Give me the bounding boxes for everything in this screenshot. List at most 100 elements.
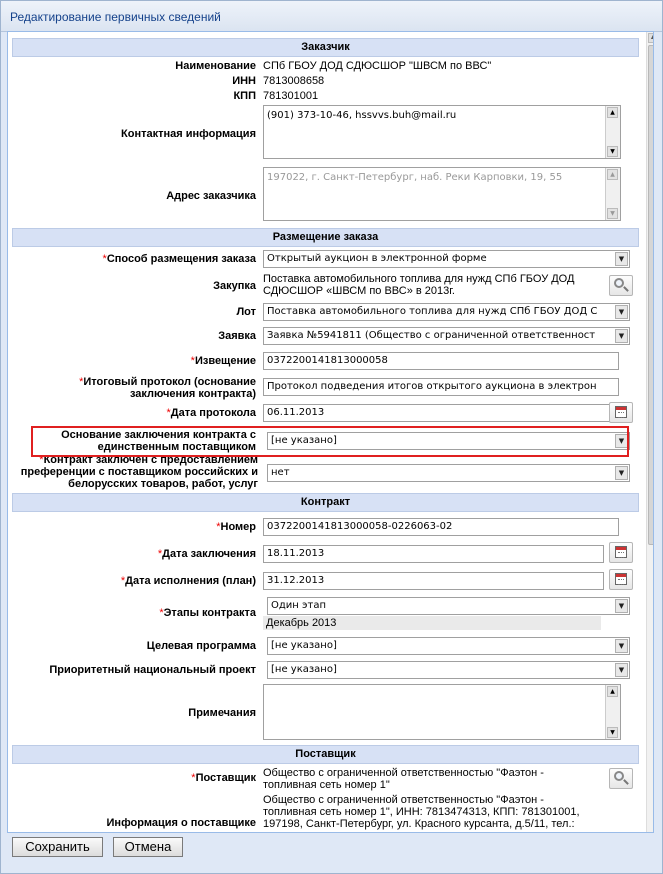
chevron-down-icon[interactable]: ▼ bbox=[615, 663, 628, 677]
purchase-value-line2: СДЮСШОР «ШВСМ по ВВС» в 2013г. bbox=[263, 285, 455, 297]
preference-label-line3: белорусских товаров, работ, услуг bbox=[68, 478, 258, 490]
number-label: *Номер bbox=[14, 521, 256, 533]
stages-label-text: Этапы контракта bbox=[163, 607, 256, 619]
notes-label: Примечания bbox=[188, 707, 256, 719]
protocol-input[interactable]: Протокол подведения итогов открытого аук… bbox=[263, 378, 619, 396]
project-label: Приоритетный национальный проект bbox=[49, 664, 256, 676]
chevron-down-icon[interactable]: ▼ bbox=[615, 599, 628, 613]
exec-date-label: *Дата исполнения (план) bbox=[14, 575, 256, 587]
exec-date-input[interactable]: 31.12.2013 bbox=[263, 572, 604, 590]
project-select-value: [не указано] bbox=[271, 664, 337, 675]
chevron-down-icon[interactable]: ▼ bbox=[615, 305, 628, 319]
protocol-date-label-text: Дата протокола bbox=[170, 407, 256, 419]
supplier-value-line1: Общество с ограниченной ответственностью… bbox=[263, 767, 544, 779]
purchase-search-button[interactable] bbox=[609, 275, 633, 296]
scroll-up-icon[interactable]: ▲ bbox=[607, 107, 618, 118]
stages-select[interactable]: Один этап ▼ bbox=[267, 597, 630, 615]
application-label: Заявка bbox=[218, 330, 256, 342]
preference-select[interactable]: нет ▼ bbox=[267, 464, 630, 482]
stages-label: *Этапы контракта bbox=[14, 607, 256, 619]
sign-date-picker[interactable] bbox=[609, 542, 633, 563]
notes-textarea[interactable]: ▲ ▼ bbox=[263, 684, 621, 740]
contact-textarea[interactable]: (901) 373-10-46, hssvvs.buh@mail.ru ▲ ▼ bbox=[263, 105, 621, 159]
kpp-value: 781301001 bbox=[263, 90, 319, 102]
cancel-button[interactable]: Отмена bbox=[113, 837, 183, 857]
scroll-down-icon[interactable]: ▼ bbox=[607, 727, 618, 738]
scroll-thumb[interactable] bbox=[648, 45, 653, 545]
protocol-date-picker[interactable] bbox=[609, 402, 633, 423]
name-value: СПб ГБОУ ДОД СДЮСШОР "ШВСМ по ВВС" bbox=[263, 60, 492, 72]
exec-date-picker[interactable] bbox=[609, 569, 633, 590]
program-label: Целевая программа bbox=[146, 640, 256, 652]
dialog-title: Редактирование первичных сведений bbox=[10, 10, 221, 24]
highlight-annotation bbox=[31, 426, 629, 457]
method-select[interactable]: Открытый аукцион в электронной форме ▼ bbox=[263, 250, 630, 268]
purchase-value: Поставка автомобильного топлива для нужд… bbox=[263, 273, 574, 297]
section-contract: Контракт bbox=[12, 493, 639, 512]
section-supplier: Поставщик bbox=[12, 745, 639, 764]
stages-select-value: Один этап bbox=[271, 600, 326, 611]
protocol-label: *Итоговый протокол (основание заключения … bbox=[14, 376, 256, 400]
purchase-value-line1: Поставка автомобильного топлива для нужд… bbox=[263, 273, 575, 285]
sign-date-input[interactable]: 18.11.2013 bbox=[263, 545, 604, 563]
inn-label: ИНН bbox=[232, 75, 256, 87]
scroll-up-icon[interactable]: ▲ bbox=[607, 169, 618, 180]
supplier-info-line3: 197198, Санкт-Петербург, ул. Красного ку… bbox=[263, 818, 575, 830]
chevron-down-icon[interactable]: ▼ bbox=[615, 252, 628, 266]
stages-period: Декабрь 2013 bbox=[263, 616, 601, 630]
notes-scrollbar[interactable]: ▲ ▼ bbox=[605, 685, 620, 739]
application-select[interactable]: Заявка №5941811 (Общество с ограниченной… bbox=[263, 327, 630, 345]
number-input[interactable]: 0372200141813000058-0226063-02 bbox=[263, 518, 619, 536]
contact-label: Контактная информация bbox=[121, 128, 256, 140]
kpp-label: КПП bbox=[233, 90, 256, 102]
application-select-value: Заявка №5941811 (Общество с ограниченной… bbox=[267, 330, 596, 341]
address-label: Адрес заказчика bbox=[166, 190, 256, 202]
notice-input[interactable]: 0372200141813000058 bbox=[263, 352, 619, 370]
chevron-down-icon[interactable]: ▼ bbox=[615, 639, 628, 653]
notice-label: *Извещение bbox=[14, 355, 256, 367]
scroll-up-icon[interactable]: ▲ bbox=[607, 686, 618, 697]
program-select[interactable]: [не указано] ▼ bbox=[267, 637, 630, 655]
method-label-text: Способ размещения заказа bbox=[106, 253, 256, 265]
program-select-value: [не указано] bbox=[271, 640, 337, 651]
supplier-info-value: Общество с ограниченной ответственностью… bbox=[263, 794, 623, 830]
chevron-down-icon[interactable]: ▼ bbox=[615, 466, 628, 480]
exec-date-label-text: Дата исполнения (план) bbox=[125, 575, 256, 587]
protocol-date-input[interactable]: 06.11.2013 bbox=[263, 404, 619, 422]
section-customer: Заказчик bbox=[12, 38, 639, 57]
lot-label: Лот bbox=[236, 306, 256, 318]
notice-label-text: Извещение bbox=[194, 355, 256, 367]
preference-select-value: нет bbox=[271, 467, 290, 478]
dialog-titlebar[interactable]: Редактирование первичных сведений bbox=[1, 1, 662, 32]
address-textarea[interactable]: 197022, г. Санкт-Петербург, наб. Реки Ка… bbox=[263, 167, 621, 221]
supplier-search-button[interactable] bbox=[609, 768, 633, 789]
address-scrollbar[interactable]: ▲ ▼ bbox=[605, 168, 620, 220]
calendar-icon bbox=[615, 546, 627, 558]
supplier-info-label: Информация о поставщике bbox=[106, 817, 256, 829]
scroll-down-icon[interactable]: ▼ bbox=[607, 146, 618, 157]
supplier-value: Общество с ограниченной ответственностью… bbox=[263, 767, 544, 791]
section-placement: Размещение заказа bbox=[12, 228, 639, 247]
scroll-up-icon[interactable]: ▲ bbox=[648, 33, 653, 43]
lot-select-value: Поставка автомобильного топлива для нужд… bbox=[267, 306, 598, 317]
supplier-info-line2: топливная сеть номер 1", ИНН: 7813474313… bbox=[263, 806, 580, 818]
project-select[interactable]: [не указано] ▼ bbox=[267, 661, 630, 679]
supplier-info-line1: Общество с ограниченной ответственностью… bbox=[263, 794, 544, 806]
protocol-date-label: *Дата протокола bbox=[14, 407, 256, 419]
number-label-text: Номер bbox=[220, 521, 257, 533]
save-button[interactable]: Сохранить bbox=[12, 837, 103, 857]
preference-label: *Контракт заключен с предоставлением преф… bbox=[8, 454, 258, 490]
purchase-label: Закупка bbox=[213, 280, 256, 292]
supplier-label: *Поставщик bbox=[14, 772, 256, 784]
supplier-value-line2: топливная сеть номер 1" bbox=[263, 779, 390, 791]
lot-select[interactable]: Поставка автомобильного топлива для нужд… bbox=[263, 303, 630, 321]
name-label: Наименование bbox=[175, 60, 256, 72]
scroll-down-icon[interactable]: ▼ bbox=[607, 208, 618, 219]
form-scrollbar[interactable]: ▲ bbox=[646, 32, 653, 832]
edit-dialog: Редактирование первичных сведений Заказч… bbox=[0, 0, 663, 874]
contact-scrollbar[interactable]: ▲ ▼ bbox=[605, 106, 620, 158]
sign-date-label: *Дата заключения bbox=[14, 548, 256, 560]
chevron-down-icon[interactable]: ▼ bbox=[615, 329, 628, 343]
calendar-icon bbox=[615, 573, 627, 585]
protocol-label-line1: Итоговый протокол (основание bbox=[83, 376, 256, 388]
